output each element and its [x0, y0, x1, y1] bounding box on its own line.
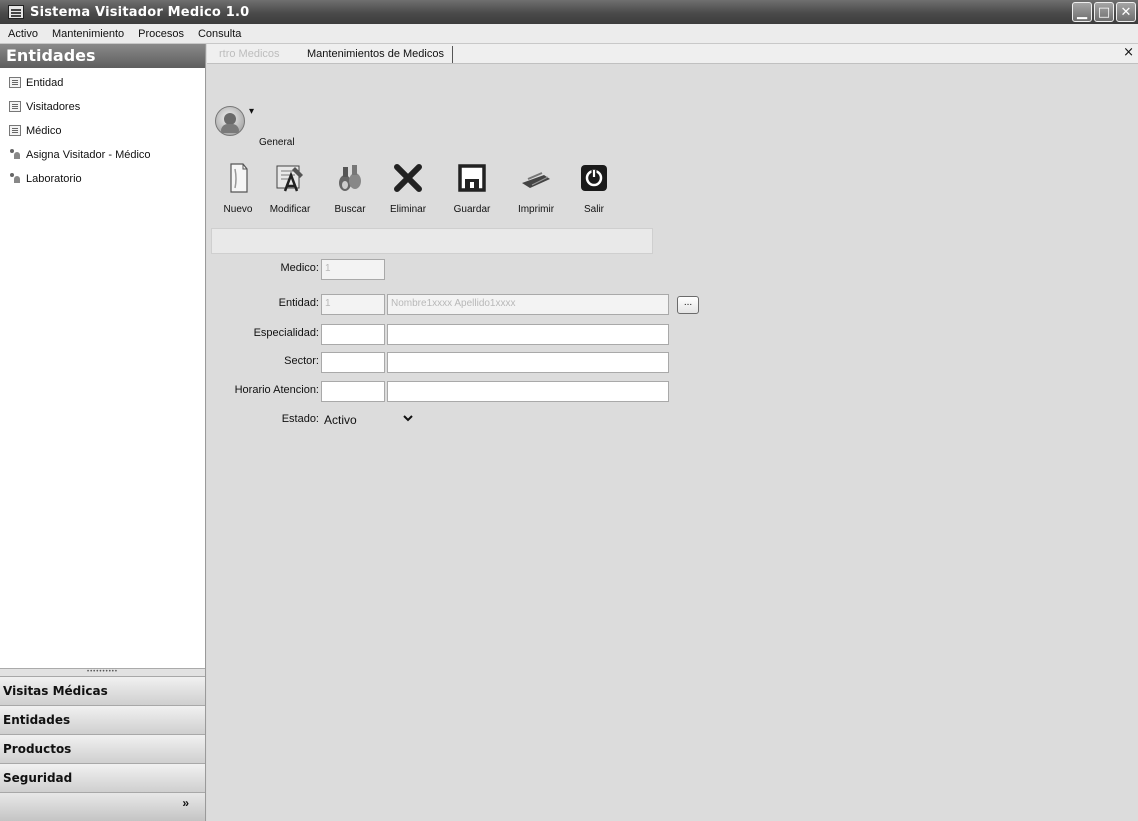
medico-id-field[interactable]: 1: [321, 259, 385, 280]
title-bar: Sistema Visitador Medico 1.0 ▁ □ ✕: [0, 0, 1138, 24]
nav-group-entidades[interactable]: Entidades: [0, 705, 205, 734]
sidebar-item-asigna-visitador-medico[interactable]: Asigna Visitador - Médico: [0, 143, 205, 167]
toolbar: Nuevo Modificar Buscar Eliminar Guardar …: [211, 160, 653, 232]
toolbar-background: [211, 228, 653, 254]
sidebar-item-entidad[interactable]: Entidad: [0, 71, 205, 95]
document-icon: [9, 77, 21, 88]
buscar-label: Buscar: [334, 204, 366, 215]
entidad-label: Entidad:: [278, 297, 319, 309]
sidebar-item-label: Asigna Visitador - Médico: [26, 149, 151, 161]
sidebar-item-laboratorio[interactable]: Laboratorio: [0, 167, 205, 191]
sidebar-item-label: Médico: [26, 125, 62, 137]
save-disk-icon: [454, 160, 490, 196]
especialidad-name-field[interactable]: [387, 324, 669, 345]
nav-group-seguridad[interactable]: Seguridad: [0, 763, 205, 792]
guardar-button[interactable]: Guardar: [445, 160, 499, 220]
tab-mantenimientos-medicos[interactable]: Mantenimientos de Medicos: [303, 46, 453, 63]
window-title: Sistema Visitador Medico 1.0: [30, 4, 250, 20]
modificar-label: Modificar: [269, 204, 311, 215]
new-document-icon: [220, 160, 256, 196]
horario-code-field[interactable]: [321, 381, 385, 402]
guardar-label: Guardar: [453, 204, 491, 215]
power-icon: [576, 160, 612, 196]
nuevo-label: Nuevo: [223, 204, 253, 215]
nav-group-productos[interactable]: Productos: [0, 734, 205, 763]
edit-icon: [272, 160, 308, 196]
nuevo-button[interactable]: Nuevo: [211, 160, 265, 220]
maximize-button[interactable]: □: [1094, 2, 1114, 22]
especialidad-label: Especialidad:: [253, 327, 319, 339]
buscar-button[interactable]: Buscar: [323, 160, 377, 220]
search-binoculars-icon: [332, 160, 368, 196]
navigation-groups: •••••••••• Visitas Médicas Entidades Pro…: [0, 668, 205, 821]
chevron-down-icon[interactable]: ▾: [249, 106, 254, 117]
toolbar-group-label: General: [259, 137, 295, 148]
medico-label: Medico:: [280, 262, 319, 274]
main-content: rtro Medicos Mantenimientos de Medicos ×…: [207, 44, 1138, 821]
salir-label: Salir: [583, 204, 604, 215]
sector-code-field[interactable]: [321, 352, 385, 373]
imprimir-label: Imprimir: [517, 204, 555, 215]
people-icon: [9, 173, 21, 184]
nav-group-visitas-medicas[interactable]: Visitas Médicas: [0, 676, 205, 705]
tab-registro-medicos[interactable]: rtro Medicos: [215, 46, 284, 63]
menu-mantenimiento[interactable]: Mantenimiento: [44, 28, 130, 40]
minimize-button[interactable]: ▁: [1072, 2, 1092, 22]
horario-atencion-label: Horario Atencion:: [234, 384, 319, 396]
chevron-down-icon: [403, 413, 413, 426]
sector-name-field[interactable]: [387, 352, 669, 373]
eliminar-label: Eliminar: [389, 204, 427, 215]
sector-label: Sector:: [284, 355, 319, 367]
user-avatar-icon[interactable]: [215, 106, 245, 136]
sidebar-item-label: Visitadores: [26, 101, 81, 113]
delete-x-icon: [390, 160, 426, 196]
menu-procesos[interactable]: Procesos: [130, 28, 190, 40]
people-icon: [9, 149, 21, 160]
sidebar-item-visitadores[interactable]: Visitadores: [0, 95, 205, 119]
imprimir-button[interactable]: Imprimir: [509, 160, 563, 220]
tab-close-icon[interactable]: ×: [1123, 45, 1134, 60]
sidebar-header: Entidades: [0, 44, 205, 68]
entidad-lookup-button[interactable]: ...: [677, 296, 699, 314]
entity-tree: Entidad Visitadores Médico Asigna Visita…: [0, 68, 205, 191]
especialidad-code-field[interactable]: [321, 324, 385, 345]
salir-button[interactable]: Salir: [567, 160, 621, 220]
medico-form: Medico: 1 Entidad: 1 Nombre1xxxx Apellid…: [207, 258, 1138, 458]
modificar-button[interactable]: Modificar: [263, 160, 317, 220]
sidebar-item-label: Entidad: [26, 77, 64, 89]
menu-bar: Activo Mantenimiento Procesos Consulta: [0, 24, 1138, 44]
print-icon: [518, 160, 554, 196]
window-controls: ▁ □ ✕: [1072, 2, 1136, 22]
sidebar-item-medico[interactable]: Médico: [0, 119, 205, 143]
estado-label: Estado:: [281, 413, 319, 425]
sidebar: Entidades Entidad Visitadores Médico Asi…: [0, 44, 206, 821]
menu-consulta[interactable]: Consulta: [190, 28, 247, 40]
splitter-grip[interactable]: ••••••••••: [0, 668, 205, 676]
sidebar-item-label: Laboratorio: [26, 173, 82, 185]
entidad-code-field[interactable]: 1: [321, 294, 385, 315]
tab-strip: rtro Medicos Mantenimientos de Medicos ×: [207, 44, 1138, 64]
chevron-more-icon[interactable]: »: [182, 797, 189, 809]
eliminar-button[interactable]: Eliminar: [381, 160, 435, 220]
document-icon: [9, 101, 21, 112]
entidad-name-field[interactable]: Nombre1xxxx Apellido1xxxx: [387, 294, 669, 315]
document-icon: [9, 125, 21, 136]
nav-footer: »: [0, 792, 205, 821]
app-icon: [8, 5, 24, 19]
estado-selected-value: Activo: [324, 413, 357, 427]
estado-select[interactable]: Activo: [321, 410, 417, 430]
horario-name-field[interactable]: [387, 381, 669, 402]
close-button[interactable]: ✕: [1116, 2, 1136, 22]
menu-activo[interactable]: Activo: [0, 28, 44, 40]
